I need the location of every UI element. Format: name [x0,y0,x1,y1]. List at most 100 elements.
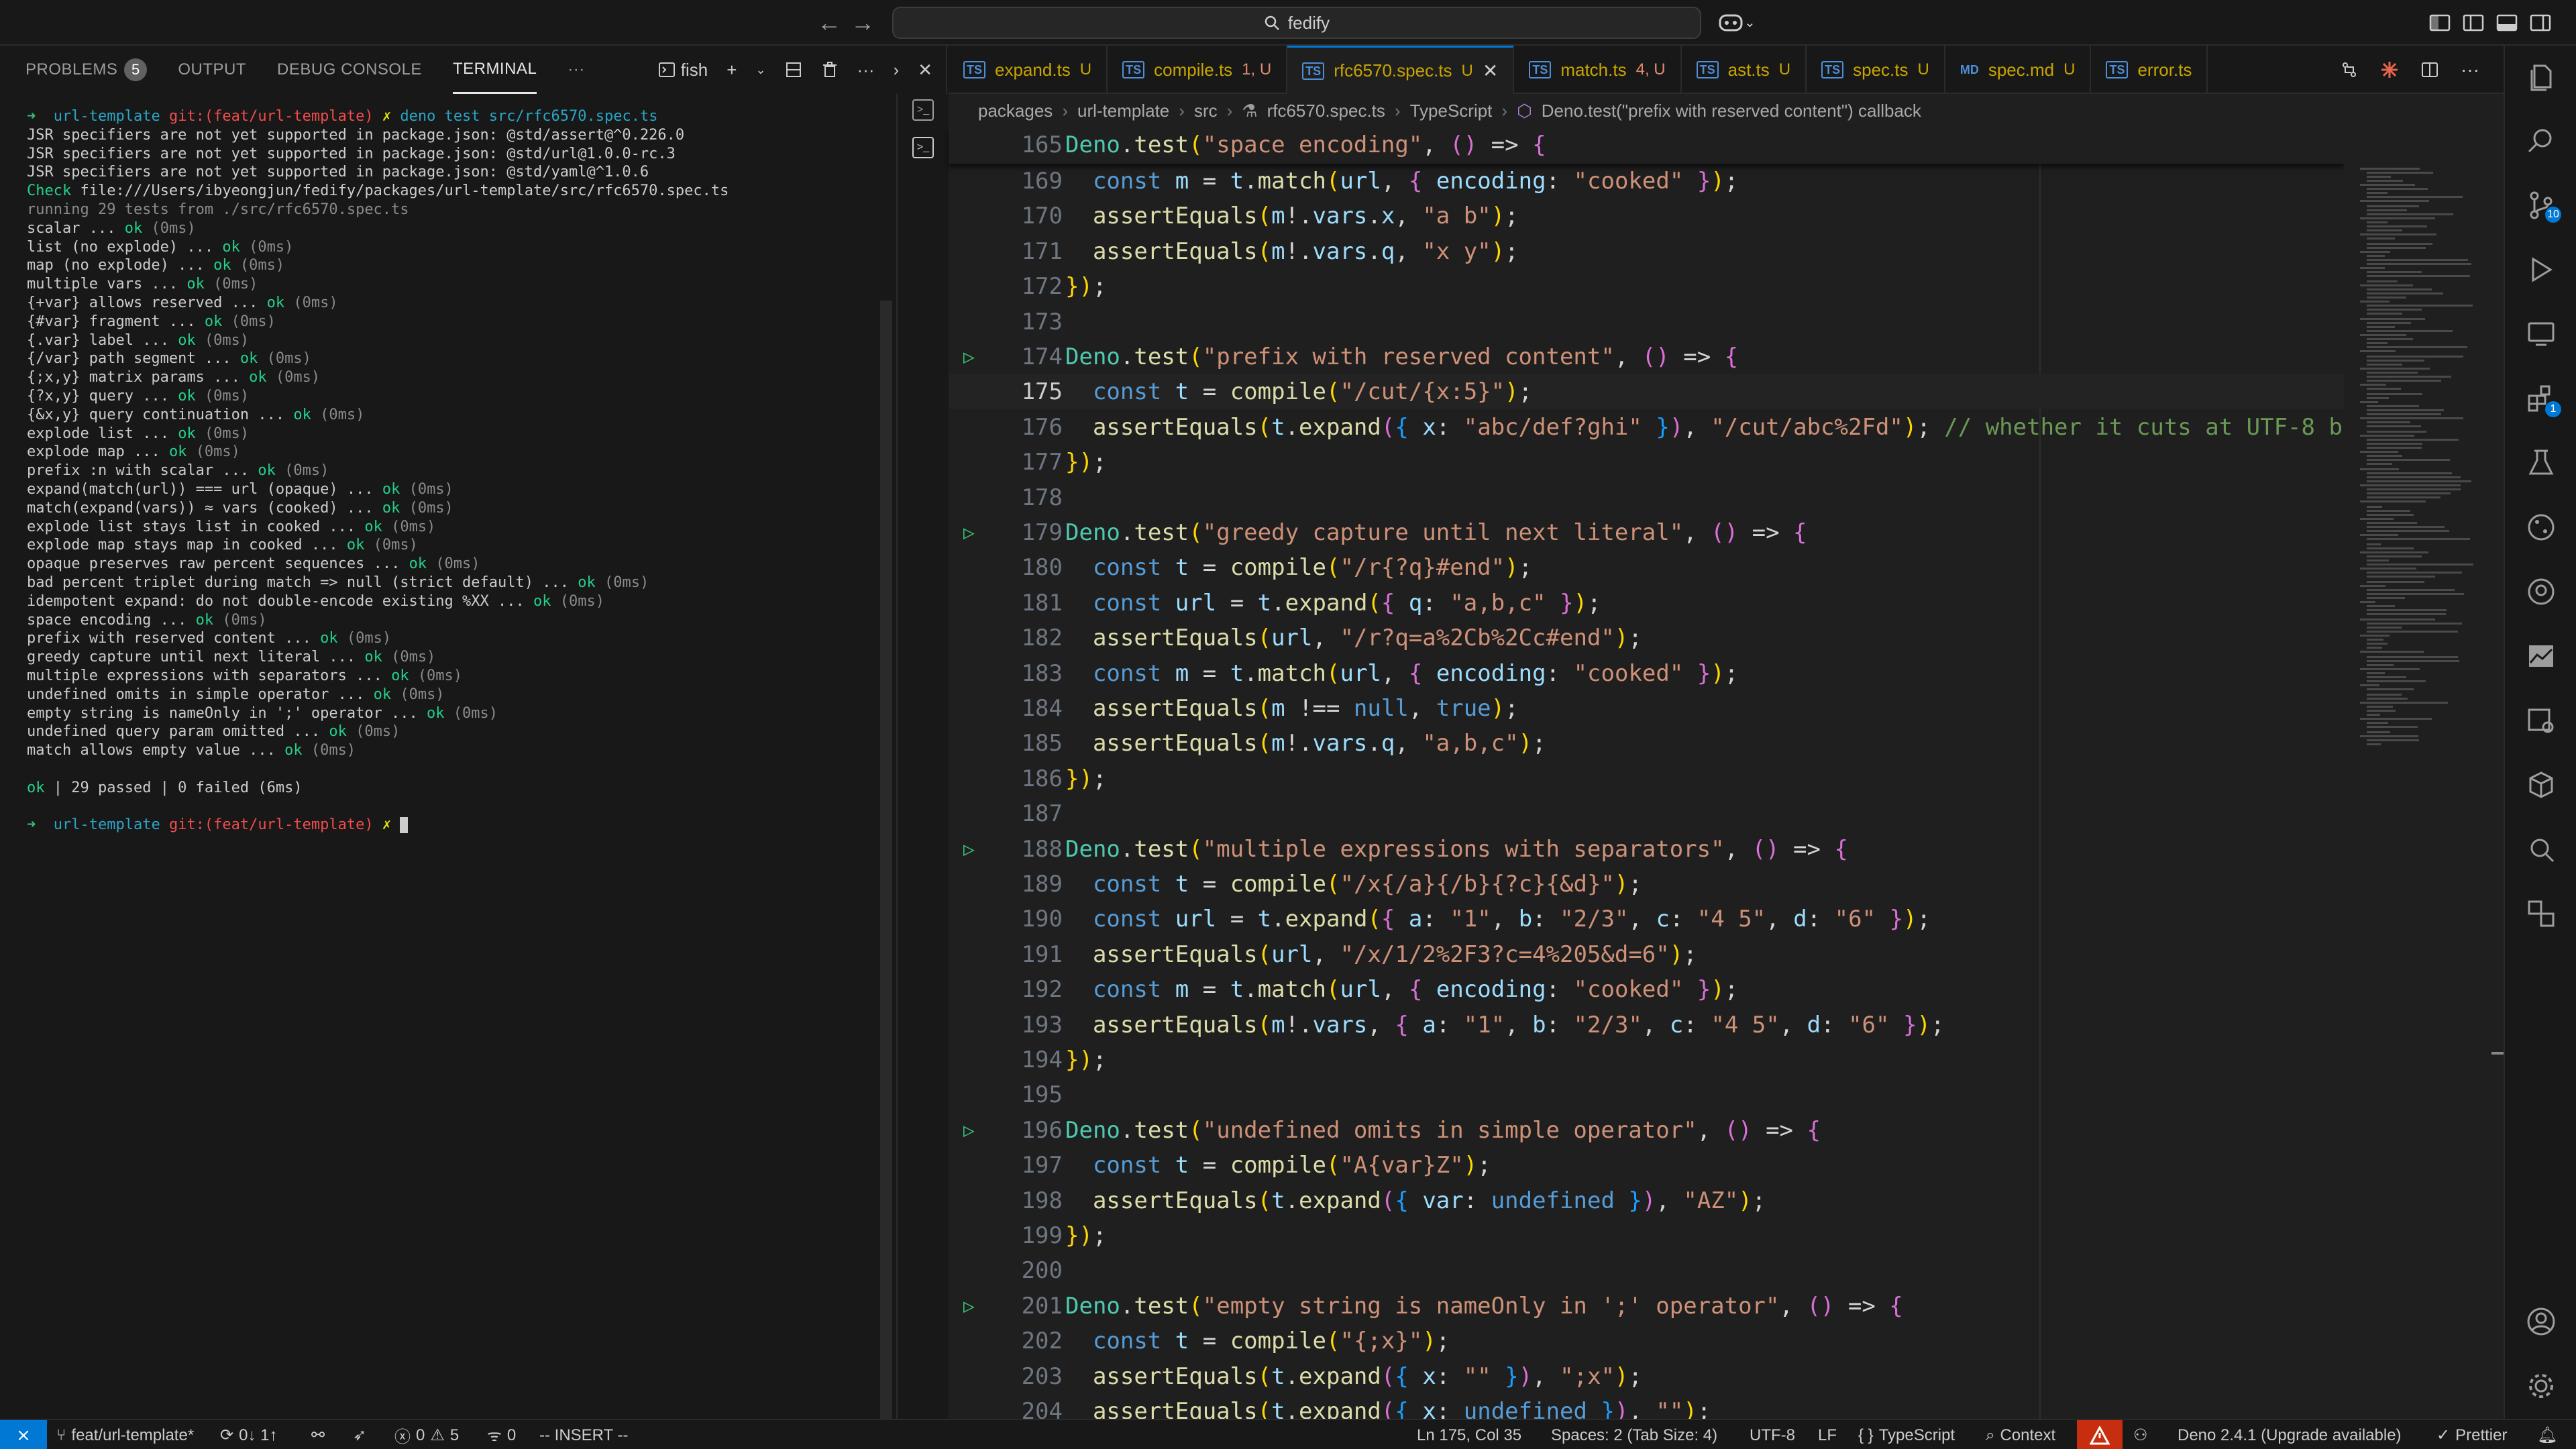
code-line[interactable]: 181 const url = t.expand({ q: "a,b,c" })… [949,586,2344,621]
branch-item[interactable]: ⑂ feat/url-template* [56,1420,194,1449]
toggle-secondary-sidebar-icon[interactable] [2529,11,2552,34]
code-line[interactable]: 191 assertEquals(url, "/x/1/2%2F3?c=4%20… [949,937,2344,972]
breadcrumb-item[interactable]: url-template [1077,101,1169,121]
search-refresh-icon[interactable] [2525,833,2557,865]
code-line[interactable]: ▷ 188 Deno.test("multiple expressions with… [949,832,2344,867]
tab-output[interactable]: OUTPUT [178,46,246,94]
terminal-scrollbar[interactable] [880,301,892,1449]
remote-indicator[interactable]: ⨯ [0,1420,47,1449]
close-icon[interactable]: ✕ [1483,60,1498,82]
chevron-down-icon[interactable]: ⌄ [1744,11,1767,34]
breadcrumb-item[interactable]: src [1194,101,1218,121]
code-editor[interactable]: 169 const m = t.match(url, { encoding: "… [949,127,2344,1419]
code-line[interactable]: ▷ 174 Deno.test("prefix with reserved cont… [949,339,2344,374]
forward-arrow-icon[interactable]: → [848,8,877,38]
code-line[interactable]: 195 [949,1077,2344,1112]
close-panel-icon[interactable]: ✕ [918,60,932,80]
copilot-icon[interactable]: ⚇ [2133,1420,2148,1449]
code-line[interactable]: ▷ 179 Deno.test("greedy capture until next… [949,515,2344,550]
code-line[interactable]: 184 assertEquals(m !== null, true); [949,691,2344,726]
language-mode[interactable]: { } TypeScript [1858,1420,1955,1449]
toggle-panel-icon[interactable] [2496,11,2518,34]
package-cube-icon[interactable] [2525,769,2557,801]
code-line[interactable]: 194}); [949,1042,2344,1077]
prettier-item[interactable]: ✓ Prettier [2436,1420,2507,1449]
breadcrumb-item[interactable]: rfc6570.spec.ts [1267,101,1385,121]
chevron-down-icon[interactable]: ⌄ [755,63,765,77]
code-line[interactable]: 189 const t = compile("/x{/a}{/b}{?c}{&d… [949,867,2344,902]
code-line[interactable]: 202 const t = compile("{;x}"); [949,1324,2344,1358]
notifications-bell-icon[interactable]: 🔔︎ [2537,1420,2557,1449]
code-line[interactable]: 183 const m = t.match(url, { encoding: "… [949,656,2344,691]
back-arrow-icon[interactable]: ← [814,8,844,38]
code-line[interactable]: 178 [949,480,2344,515]
more-actions-icon[interactable]: ··· [857,60,875,80]
editor-tab-rfc6570-spec-ts[interactable]: TS rfc6570.spec.ts U ✕ [1287,46,1515,94]
code-line[interactable]: 187 [949,796,2344,831]
sticky-scroll-line[interactable]: 165 Deno.test("space encoding", () => { [949,127,2344,164]
code-line[interactable]: 185 assertEquals(m!.vars.q, "a,b,c"); [949,726,2344,761]
ports-item[interactable]: ᯤ 0 [487,1420,516,1449]
problems-item[interactable]: ⓧ 0 ⚠ 5 [394,1420,459,1449]
code-line[interactable]: 172}); [949,269,2344,304]
cursor-position[interactable]: Ln 175, Col 35 [1417,1420,1521,1449]
editor-tab-ast-ts[interactable]: TS ast.ts U [1682,46,1807,94]
testing-flask-icon[interactable] [2525,447,2557,479]
end-of-line[interactable]: LF [1818,1420,1837,1449]
compare-changes-icon[interactable] [2340,60,2359,79]
terminal-output[interactable]: ➜ url-template git:(feat/url-template) ✗… [27,107,865,1402]
tab-problems[interactable]: PROBLEMS 5 [25,46,148,94]
minimap[interactable] [2344,127,2504,1419]
rocket-icon[interactable]: ➶ [353,1420,366,1449]
breadcrumb-item[interactable]: TypeScript [1410,101,1493,121]
toggle-primary-sidebar-icon[interactable] [2462,11,2485,34]
code-line[interactable]: 180 const t = compile("/r{?q}#end"); [949,550,2344,585]
docker-settings-icon[interactable] [2525,704,2557,737]
editor-tab-error-ts[interactable]: TS error.ts [2091,46,2208,94]
breadcrumb-item[interactable]: Deno.test("prefix with reserved content"… [1542,101,1921,121]
code-line[interactable]: 204 assertEquals(t.expand({ x: undefined… [949,1394,2344,1419]
code-line[interactable]: 173 [949,305,2344,339]
more-actions-icon[interactable]: ··· [2461,59,2479,80]
code-line[interactable]: 171 assertEquals(m!.vars.q, "x y"); [949,234,2344,269]
encoding[interactable]: UTF-8 [1750,1420,1795,1449]
indentation[interactable]: Spaces: 2 (Tab Size: 4) [1551,1420,1717,1449]
context-item[interactable]: ⌕ Context [1986,1420,2055,1449]
claude-icon[interactable] [2380,60,2399,79]
run-debug-icon[interactable] [2525,254,2557,286]
breadcrumb-item[interactable]: packages [978,101,1053,121]
account-icon[interactable] [2525,1305,2557,1338]
run-test-icon[interactable]: ▷ [963,1289,975,1324]
code-line[interactable]: 169 const m = t.match(url, { encoding: "… [949,164,2344,199]
editor-tab-expand-ts[interactable]: TS expand.ts U [949,46,1108,94]
code-line[interactable]: 190 const url = t.expand({ a: "1", b: "2… [949,902,2344,936]
warning-triangle-icon[interactable] [2077,1420,2123,1449]
run-test-icon[interactable]: ▷ [963,832,975,867]
run-test-icon[interactable]: ▷ [963,339,975,374]
code-line[interactable]: ▷ 196 Deno.test("undefined omits in simple… [949,1113,2344,1148]
code-line[interactable]: 176 assertEquals(t.expand({ x: "abc/def?… [949,410,2344,445]
code-line[interactable]: 177}); [949,445,2344,480]
code-line[interactable]: 182 assertEquals(url, "/r?q=a%2Cb%2Cc#en… [949,621,2344,655]
remote-connections-icon[interactable] [2525,898,2557,930]
code-line[interactable]: 197 const t = compile("A{var}Z"); [949,1148,2344,1183]
github-icon[interactable] [2525,576,2557,608]
trash-icon[interactable] [821,61,839,78]
code-line[interactable]: ▷ 201 Deno.test("empty string is nameOnly … [949,1289,2344,1324]
code-line[interactable]: 203 assertEquals(t.expand({ x: "" }), ";… [949,1359,2344,1394]
code-line[interactable]: 200 [949,1253,2344,1288]
scrollbar-thumb[interactable] [2491,1052,2504,1055]
code-line[interactable]: 175 const t = compile("/cut/{x:5}"); [949,374,2344,410]
editor-tab-spec-ts[interactable]: TS spec.ts U [1807,46,1945,94]
layout-customize-icon[interactable] [2428,11,2451,34]
deno-version[interactable]: Deno 2.4.1 (Upgrade available) [2178,1420,2402,1449]
editor-tab-compile-ts[interactable]: TS compile.ts 1, U [1108,46,1288,94]
copilot-icon[interactable] [1717,11,1744,34]
code-line[interactable]: 170 assertEquals(m!.vars.x, "a b"); [949,199,2344,233]
gear-icon[interactable] [2525,1370,2557,1402]
run-test-icon[interactable]: ▷ [963,515,975,550]
editor-tab-match-ts[interactable]: TS match.ts 4, U [1514,46,1682,94]
terminal-shell-selector[interactable]: fish [658,60,708,80]
explorer-icon[interactable] [2525,62,2557,94]
tab-terminal[interactable]: TERMINAL [452,46,537,94]
